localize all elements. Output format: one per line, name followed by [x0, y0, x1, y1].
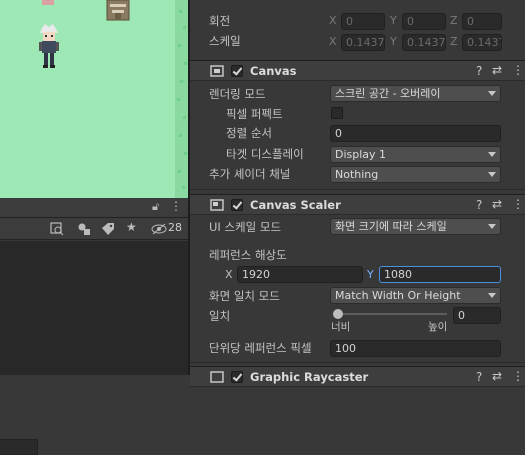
ui-scale-mode-label: UI 스케일 모드 — [209, 220, 282, 234]
canvas-component-icon — [210, 65, 224, 77]
presets-icon[interactable]: ⇄ — [492, 197, 502, 211]
scale-z-axis[interactable]: Z — [450, 35, 458, 48]
component-divider — [190, 362, 525, 363]
target-display-dropdown[interactable]: Display 1 — [330, 146, 501, 163]
scene-grass-strip — [175, 0, 188, 198]
canvas-scaler-enabled-checkbox[interactable] — [231, 199, 243, 211]
rotation-x-field[interactable]: 0 — [341, 13, 385, 30]
pixel-perfect-label: 픽셀 퍼펙트 — [226, 107, 283, 121]
rotation-z-field[interactable]: 0 — [462, 13, 502, 30]
project-body[interactable] — [0, 241, 188, 375]
scale-y-field[interactable]: 0.1437 — [402, 34, 446, 51]
shader-channels-value: Nothing — [335, 168, 379, 181]
target-display-label: 타겟 디스플레이 — [226, 147, 304, 161]
sort-order-field[interactable]: 0 — [330, 125, 501, 142]
scale-x-axis[interactable]: X — [329, 35, 337, 48]
shader-channels-dropdown[interactable]: Nothing — [330, 166, 501, 183]
dropdown-caret-icon — [488, 172, 496, 177]
graphic-raycaster-icon — [210, 371, 224, 383]
match-width-label: 너비 — [331, 321, 351, 333]
canvas-enabled-checkbox[interactable] — [231, 65, 243, 77]
panel-tab-bar: 🔓︎ ⋮ — [0, 198, 188, 218]
canvas-scaler-header[interactable]: Canvas Scaler ? ⇄ ⋮ — [190, 194, 525, 215]
help-icon[interactable]: ? — [476, 64, 482, 78]
ref-x-axis[interactable]: X — [225, 268, 233, 281]
graphic-raycaster-enabled-checkbox[interactable] — [231, 371, 243, 383]
scale-z-field[interactable]: 0.1437 — [462, 34, 502, 51]
search-input[interactable] — [0, 439, 38, 455]
match-label: 일치 — [209, 309, 231, 323]
rotation-z-axis[interactable]: Z — [450, 14, 458, 27]
ppu-label: 단위당 레퍼런스 픽셀 — [209, 341, 312, 355]
match-height-label: 높이 — [428, 321, 448, 333]
crate-sprite[interactable] — [106, 0, 130, 22]
sprite-partial[interactable] — [40, 0, 56, 7]
sort-order-label: 정렬 순서 — [226, 126, 272, 140]
canvas-scaler-icon — [210, 199, 224, 211]
favorite-star-icon[interactable]: ★ — [126, 220, 137, 234]
dropdown-caret-icon — [488, 152, 496, 157]
scene-view[interactable] — [0, 0, 188, 198]
component-menu-icon[interactable]: ⋮ — [512, 197, 524, 211]
character-sprite[interactable] — [36, 24, 62, 70]
label-tag-icon[interactable] — [101, 222, 115, 236]
presets-icon[interactable]: ⇄ — [492, 369, 502, 383]
scale-x-field[interactable]: 0.1437 — [341, 34, 385, 51]
rotation-y-field[interactable]: 0 — [402, 13, 446, 30]
rotation-label: 회전 — [209, 14, 231, 28]
rotation-y-axis[interactable]: Y — [390, 14, 397, 27]
ppu-field[interactable]: 100 — [330, 340, 501, 357]
hidden-count: 28 — [168, 221, 182, 234]
ref-y-axis[interactable]: Y — [367, 268, 374, 281]
scale-label: 스케일 — [209, 34, 241, 48]
match-slider-thumb[interactable] — [333, 309, 343, 319]
render-mode-label: 렌더링 모드 — [209, 87, 266, 101]
render-mode-dropdown[interactable]: 스크린 공간 - 오버레이 — [330, 85, 501, 102]
rotation-x-axis[interactable]: X — [329, 14, 337, 27]
canvas-scaler-title: Canvas Scaler — [250, 198, 341, 212]
ref-x-field[interactable]: 1920 — [237, 266, 363, 283]
reference-resolution-label: 레퍼런스 해상도 — [209, 248, 287, 262]
render-mode-value: 스크린 공간 - 오버레이 — [335, 87, 441, 100]
help-icon[interactable]: ? — [476, 370, 482, 384]
canvas-component-header[interactable]: Canvas ? ⇄ ⋮ — [190, 60, 525, 81]
filter-by-type-icon[interactable] — [77, 222, 91, 236]
component-menu-icon[interactable]: ⋮ — [512, 369, 524, 383]
pixel-perfect-checkbox[interactable] — [331, 107, 343, 119]
screen-match-mode-label: 화면 일치 모드 — [209, 289, 280, 303]
inspector-panel: 회전 X 0 Y 0 Z 0 스케일 X 0.1437 Y 0.1437 Z 0… — [190, 0, 525, 387]
presets-icon[interactable]: ⇄ — [492, 63, 502, 77]
component-divider — [190, 189, 525, 190]
canvas-title: Canvas — [250, 64, 297, 78]
scale-y-axis[interactable]: Y — [390, 35, 397, 48]
graphic-raycaster-title: Graphic Raycaster — [250, 370, 369, 384]
graphic-raycaster-header[interactable]: Graphic Raycaster ? ⇄ ⋮ — [190, 366, 525, 387]
dropdown-caret-icon — [488, 224, 496, 229]
scene-search-icon[interactable] — [50, 222, 64, 236]
match-slider-track[interactable] — [333, 309, 447, 319]
component-menu-icon[interactable]: ⋮ — [512, 63, 524, 77]
ui-scale-mode-dropdown[interactable]: 화면 크기에 따라 스케일 — [330, 218, 501, 235]
screen-match-mode-value: Match Width Or Height — [335, 289, 461, 302]
screen-match-mode-dropdown[interactable]: Match Width Or Height — [330, 287, 501, 304]
lock-icon[interactable]: 🔓︎ — [152, 200, 159, 214]
help-icon[interactable]: ? — [476, 198, 482, 212]
shader-channels-label: 추가 셰이더 채널 — [209, 167, 291, 181]
match-value-field[interactable]: 0 — [453, 307, 501, 324]
ref-y-field[interactable]: 1080 — [379, 266, 501, 283]
dropdown-caret-icon — [488, 91, 496, 96]
more-menu-icon[interactable]: ⋮ — [170, 199, 182, 213]
dropdown-caret-icon — [488, 293, 496, 298]
hidden-eye-icon[interactable] — [151, 223, 167, 235]
target-display-value: Display 1 — [335, 148, 387, 161]
ui-scale-mode-value: 화면 크기에 따라 스케일 — [335, 220, 447, 233]
project-toolbar: ★ 28 — [0, 218, 188, 455]
